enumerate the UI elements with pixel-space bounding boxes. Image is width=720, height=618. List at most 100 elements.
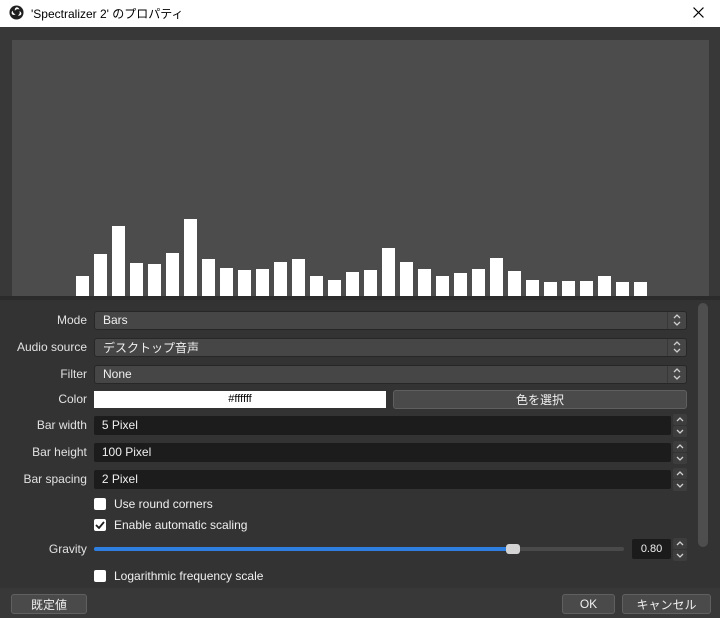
chevron-down-icon <box>676 553 684 558</box>
use-round-corners-label: Use round corners <box>114 497 213 511</box>
spectrum-bar <box>436 276 449 296</box>
pick-color-button[interactable]: 色を選択 <box>393 389 687 409</box>
bar-width-input[interactable]: 5 Pixel <box>93 415 671 435</box>
spectrum-bar <box>328 280 341 296</box>
check-icon <box>95 521 105 529</box>
spectrum-bar <box>634 282 647 296</box>
filter-select[interactable]: None <box>94 364 687 384</box>
spectrum-bar <box>130 263 143 296</box>
spectrum-bar <box>472 269 485 296</box>
mode-select[interactable]: Bars <box>94 310 687 330</box>
obs-logo-icon <box>9 4 24 23</box>
spin-up-button[interactable] <box>673 440 687 452</box>
bar-spacing-spinner <box>673 467 687 491</box>
spectrum-bar <box>382 248 395 296</box>
bar-height-spinner <box>673 440 687 464</box>
properties-area: Mode Bars Audio source デスクトップ音声 Filter N… <box>0 300 720 588</box>
row-use-round-corners: Use round corners <box>0 493 687 515</box>
slider-fill <box>93 547 513 551</box>
spectrum-bar <box>310 276 323 296</box>
audio-source-value: デスクトップ音声 <box>103 340 200 355</box>
bar-height-input[interactable]: 100 Pixel <box>93 442 671 462</box>
row-logarithmic-frequency-scale: Logarithmic frequency scale <box>0 565 687 587</box>
bar-width-spinner <box>673 413 687 437</box>
enable-automatic-scaling-label: Enable automatic scaling <box>114 518 248 532</box>
chevron-down-icon <box>673 321 681 326</box>
chevron-up-icon <box>676 443 684 448</box>
cancel-button[interactable]: キャンセル <box>622 594 711 614</box>
color-swatch: #ffffff <box>94 390 386 408</box>
chevron-down-icon <box>676 483 684 488</box>
spectrum-bar <box>598 276 611 296</box>
slider-handle[interactable] <box>505 544 520 554</box>
spectrum-bar <box>418 269 431 296</box>
close-button[interactable] <box>676 0 720 27</box>
ok-button[interactable]: OK <box>562 594 615 614</box>
bar-spacing-label: Bar spacing <box>23 472 87 486</box>
bar-spacing-input[interactable]: 2 Pixel <box>93 469 671 489</box>
spin-up-button[interactable] <box>673 413 687 425</box>
spin-up-button[interactable] <box>673 467 687 479</box>
row-bar-spacing: Bar spacing 2 Pixel <box>0 467 687 491</box>
spectrum-bar <box>346 272 359 296</box>
spin-down-button[interactable] <box>673 425 687 437</box>
spin-down-button[interactable] <box>673 452 687 464</box>
combo-arrows <box>667 311 686 329</box>
spectrum-bar <box>76 276 89 296</box>
spectrum-bar <box>526 280 539 296</box>
gravity-label: Gravity <box>48 542 87 556</box>
spectrum-bar <box>544 282 557 296</box>
gravity-value-input[interactable]: 0.80 <box>632 539 671 559</box>
color-value: #ffffff <box>228 393 252 405</box>
audio-source-select[interactable]: デスクトップ音声 <box>94 337 687 357</box>
spectrum-bar <box>400 262 413 296</box>
chevron-up-icon <box>673 368 681 373</box>
spectrum-bars <box>76 219 647 296</box>
chevron-up-icon <box>676 470 684 475</box>
chevron-down-icon <box>673 375 681 380</box>
spectrum-bar <box>274 262 287 296</box>
use-round-corners-checkbox[interactable] <box>94 498 106 510</box>
row-mode: Mode Bars <box>0 309 687 331</box>
spectrum-bar <box>220 268 233 296</box>
audio-source-label: Audio source <box>16 340 87 354</box>
color-label: Color <box>58 392 87 406</box>
enable-automatic-scaling-checkbox[interactable] <box>94 519 106 531</box>
spectrum-bar <box>616 282 629 296</box>
titlebar: 'Spectralizer 2' のプロパティ <box>0 0 720 27</box>
spectrum-bar <box>238 270 251 296</box>
row-bar-height: Bar height 100 Pixel <box>0 440 687 464</box>
spin-down-button[interactable] <box>673 549 687 561</box>
chevron-down-icon <box>676 456 684 461</box>
combo-arrows <box>667 338 686 356</box>
gravity-slider[interactable] <box>93 539 625 559</box>
spin-up-button[interactable] <box>673 537 687 549</box>
row-audio-source: Audio source デスクトップ音声 <box>0 336 687 358</box>
filter-label: Filter <box>60 367 87 381</box>
spectrum-bar <box>454 273 467 296</box>
logarithmic-frequency-scale-label: Logarithmic frequency scale <box>114 569 264 583</box>
spectrum-bar <box>202 259 215 296</box>
chevron-up-icon <box>676 540 684 545</box>
spectrum-bar <box>256 269 269 296</box>
spin-down-button[interactable] <box>673 479 687 491</box>
close-icon <box>692 6 704 21</box>
spectrum-bar <box>166 253 179 296</box>
bar-height-label: Bar height <box>32 445 87 459</box>
logarithmic-frequency-scale-checkbox[interactable] <box>94 570 106 582</box>
mode-value: Bars <box>103 313 128 327</box>
source-preview <box>12 40 709 296</box>
chevron-down-icon <box>676 429 684 434</box>
chevron-down-icon <box>673 348 681 353</box>
filter-value: None <box>103 367 132 381</box>
defaults-button[interactable]: 既定値 <box>11 594 87 614</box>
spectrum-bar <box>112 226 125 296</box>
mode-label: Mode <box>56 313 87 327</box>
spectrum-bar <box>292 259 305 296</box>
spectrum-bar <box>94 254 107 296</box>
vertical-scrollbar[interactable] <box>698 303 708 547</box>
row-color: Color #ffffff 色を選択 <box>0 388 687 410</box>
spectrum-bar <box>580 281 593 296</box>
spectrum-bar <box>148 264 161 296</box>
spectrum-bar <box>490 258 503 296</box>
